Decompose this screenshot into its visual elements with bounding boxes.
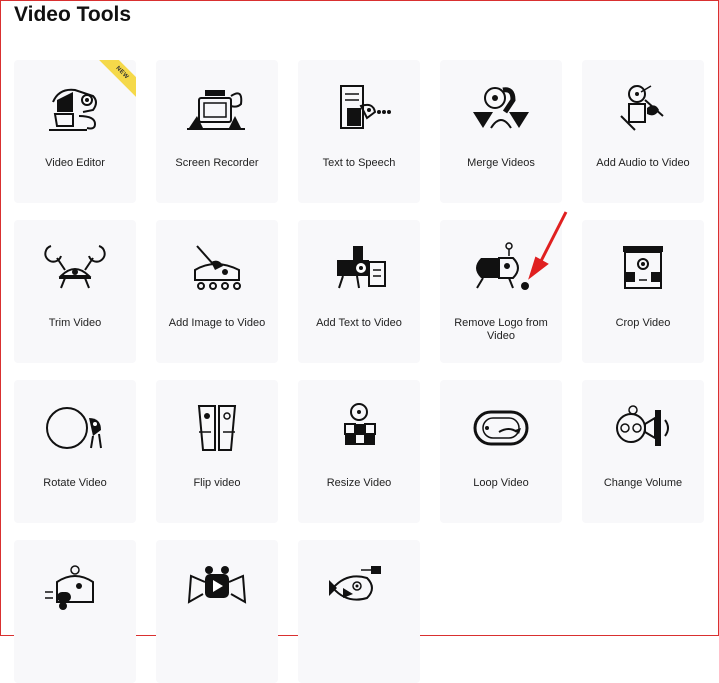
tool-label: Remove Logo from Video	[454, 317, 548, 342]
chameleon-icon	[49, 88, 97, 131]
scroll-creature-icon	[340, 85, 391, 129]
tool-label: Crop Video	[615, 317, 671, 329]
horn-creature-icon	[616, 405, 669, 446]
tool-label: Add Image to Video	[168, 317, 266, 329]
tool-card-add-text-to-video[interactable]: Add Text to Video	[298, 220, 420, 363]
tool-card-video-editor[interactable]: NEW Video Editor	[14, 60, 136, 203]
tool-card-play[interactable]	[156, 540, 278, 683]
tool-label: Rotate Video	[43, 477, 107, 489]
tool-card-remove-logo-from-video[interactable]: Remove Logo from Video	[440, 220, 562, 363]
tool-label: Add Audio to Video	[596, 157, 690, 169]
projector-creature-icon	[337, 246, 386, 289]
tool-card-trim-video[interactable]: Trim Video	[14, 220, 136, 363]
tool-card-add-audio-to-video[interactable]: Add Audio to Video	[582, 60, 704, 203]
tool-card-text-to-speech[interactable]: Text to Speech	[298, 60, 420, 203]
tool-card-rotate-video[interactable]: Rotate Video	[14, 380, 136, 523]
tool-label: Flip video	[193, 477, 241, 489]
tool-label: Text to Speech	[322, 157, 396, 169]
tool-card-loop-video[interactable]: Loop Video	[440, 380, 562, 523]
crop-face-icon	[623, 246, 663, 289]
tool-card-flip-video[interactable]: Flip video	[156, 380, 278, 523]
recorder-creature-icon	[187, 90, 245, 130]
tool-card-crop-video[interactable]: Crop Video	[582, 220, 704, 363]
brush-creature-icon	[194, 245, 241, 290]
tool-label: Screen Recorder	[175, 157, 259, 169]
tool-label: Change Volume	[603, 477, 683, 489]
tool-label: Loop Video	[473, 477, 529, 489]
fish-camera-icon	[329, 566, 381, 601]
tool-label: Add Text to Video	[316, 317, 402, 329]
loop-creature-icon	[473, 410, 529, 446]
mirror-faces-icon	[197, 405, 237, 451]
tool-card-speed[interactable]	[14, 540, 136, 683]
tool-card-screen-recorder[interactable]: Screen Recorder	[156, 60, 278, 203]
tools-grid: NEW Video Editor Screen Recorder Text to…	[14, 60, 704, 683]
tool-card-merge-videos[interactable]: Merge Videos	[440, 60, 562, 203]
speed-rabbit-icon	[45, 565, 94, 610]
tool-label: Trim Video	[48, 317, 102, 329]
merge-creature-icon	[473, 87, 529, 129]
ball-creature-icon	[46, 407, 102, 449]
violin-creature-icon	[620, 85, 664, 131]
play-frog-icon	[187, 566, 247, 604]
blocks-face-icon	[344, 403, 376, 445]
tool-card-change-volume[interactable]: Change Volume	[582, 380, 704, 523]
eraser-creature-icon	[476, 242, 529, 290]
tool-label: Merge Videos	[467, 157, 535, 169]
tool-label: Video Editor	[45, 157, 105, 169]
tool-card-add-image-to-video[interactable]: Add Image to Video	[156, 220, 278, 363]
tool-label: Resize Video	[326, 477, 392, 489]
tool-card-resize-video[interactable]: Resize Video	[298, 380, 420, 523]
tool-card-fish[interactable]	[298, 540, 420, 683]
crab-icon	[44, 245, 106, 289]
page-title: Video Tools	[14, 3, 132, 26]
